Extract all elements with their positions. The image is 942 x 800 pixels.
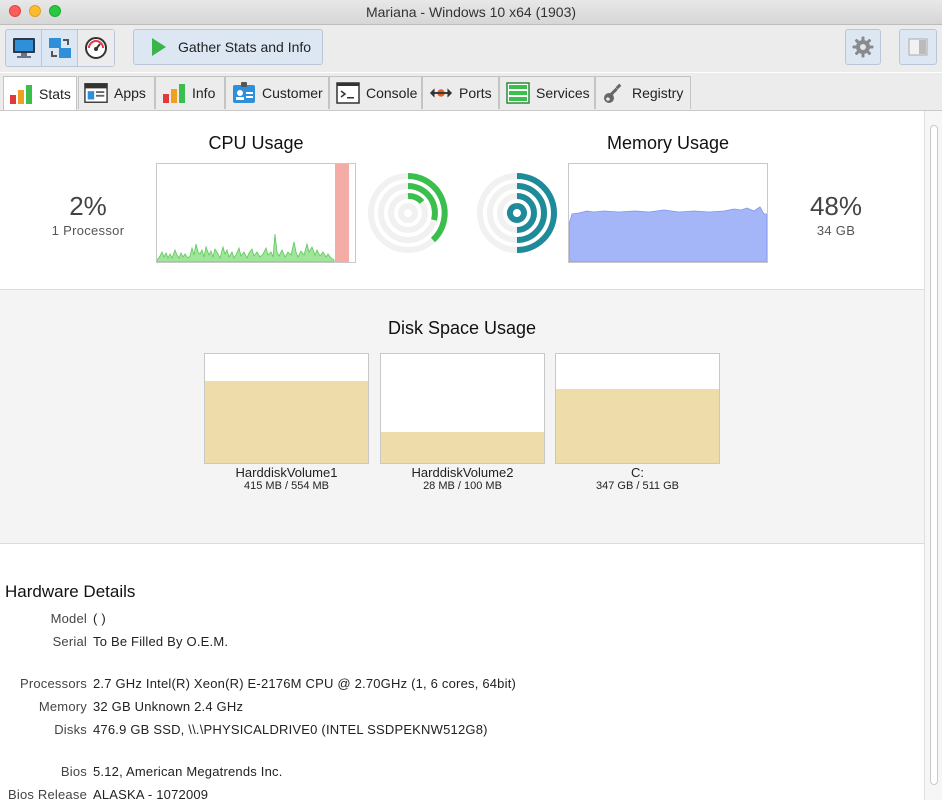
hw-label-disks: Disks <box>54 722 87 737</box>
tab-services-label: Services <box>536 85 590 101</box>
monitor-button[interactable] <box>6 30 42 66</box>
stats-content: CPU Usage 2% 1 Processor Memory Usage 48… <box>0 111 924 800</box>
cpu-usage-title: CPU Usage <box>208 133 304 153</box>
gear-icon <box>852 36 874 58</box>
play-icon <box>152 38 166 56</box>
disk-volume-2-name: HarddiskVolume2 <box>411 465 514 480</box>
disk-volume-2-fill <box>381 432 544 463</box>
hw-value-serial: To Be Filled By O.E.M. <box>93 634 229 649</box>
disk-volume-1-fill <box>205 381 368 463</box>
toggle-panel-button[interactable] <box>899 29 937 65</box>
hw-value-disks: 476.9 GB SSD, \\.\PHYSICALDRIVE0 (INTEL … <box>93 722 488 737</box>
disk-volume-2-size: 28 MB / 100 MB <box>423 480 502 492</box>
key-icon <box>602 82 626 104</box>
tab-registry-label: Registry <box>632 85 684 101</box>
gauge-icon <box>85 37 107 59</box>
memory-ring-gauge <box>477 173 557 253</box>
tab-ports[interactable]: Ports <box>422 76 499 109</box>
disk-usage-title: Disk Space Usage <box>387 318 537 338</box>
disk-volume-1-gauge <box>204 353 369 464</box>
content-scrollbar[interactable] <box>924 111 942 800</box>
tab-info-label: Info <box>192 85 216 101</box>
disk-volume-c-name: C: <box>631 465 644 480</box>
bar-chart-icon <box>9 83 33 105</box>
tab-services[interactable]: Services <box>499 76 595 109</box>
hardware-section: Hardware Details Model ( ) Serial To Be … <box>0 544 924 800</box>
ports-arrows-icon <box>429 82 453 104</box>
hw-value-bios-release: ALASKA - 1072009 <box>93 787 209 800</box>
cpu-spike-marker <box>335 164 349 262</box>
window-title: Mariana - Windows 10 x64 (1903) <box>365 4 577 20</box>
info-bar-chart-icon <box>162 82 186 104</box>
hardware-details-title: Hardware Details <box>5 582 136 601</box>
tab-console[interactable]: Console <box>329 76 422 109</box>
disk-volume-c-gauge <box>555 353 720 464</box>
sidebar-panel-icon <box>908 38 928 56</box>
memory-usage-title: Memory Usage <box>606 133 730 153</box>
hw-label-model: Model <box>50 611 87 626</box>
gather-stats-button[interactable]: Gather Stats and Info <box>133 29 323 65</box>
transfer-button[interactable] <box>42 30 78 66</box>
hw-label-bios-release: Bios Release <box>8 787 87 800</box>
hw-value-memory: 32 GB Unknown 2.4 GHz <box>93 699 244 714</box>
disk-volume-1-size: 415 MB / 554 MB <box>244 480 329 492</box>
hw-value-processors: 2.7 GHz Intel(R) Xeon(R) E-2176M CPU @ 2… <box>93 676 517 691</box>
disk-section: Disk Space Usage HarddiskVolume1 415 MB … <box>0 290 924 544</box>
tab-apps[interactable]: Apps <box>78 76 155 109</box>
tab-stats-label: Stats <box>39 85 71 102</box>
memory-usage-graph <box>568 163 768 263</box>
hw-label-serial: Serial <box>52 634 87 649</box>
title-bar: Mariana - Windows 10 x64 (1903) <box>0 0 942 25</box>
gather-stats-label: Gather Stats and Info <box>178 39 312 55</box>
hw-value-model: ( ) <box>93 611 106 626</box>
usage-section: CPU Usage 2% 1 Processor Memory Usage 48… <box>0 111 924 290</box>
tab-bar: Stats Apps Info Customer Console Ports S… <box>0 73 942 111</box>
tab-customer-label: Customer <box>262 85 323 101</box>
hw-label-bios: Bios <box>60 764 87 779</box>
toolbar: Gather Stats and Info <box>0 25 942 72</box>
memory-history-area <box>568 206 768 263</box>
disk-volume-1-name: HarddiskVolume1 <box>235 465 338 480</box>
scrollbar-thumb[interactable] <box>930 125 938 785</box>
disk-volume-c-fill <box>556 389 719 463</box>
cpu-ring-gauge <box>368 173 448 253</box>
tab-apps-label: Apps <box>114 85 146 101</box>
disk-volume-2-gauge <box>380 353 545 464</box>
cpu-percent: 2% <box>69 191 107 221</box>
app-window: Mariana - Windows 10 x64 (1903) Gather S… <box>0 0 942 800</box>
cpu-usage-graph <box>156 163 356 263</box>
services-list-icon <box>506 82 530 104</box>
view-button-group <box>5 29 115 67</box>
cpu-processor-count: 1 Processor <box>51 223 125 238</box>
memory-total: 34 GB <box>816 223 856 238</box>
terminal-icon <box>336 82 360 104</box>
cpu-ring-third <box>407 193 425 205</box>
hw-value-bios: 5.12, American Megatrends Inc. <box>93 764 283 779</box>
memory-percent: 48% <box>809 191 863 221</box>
cpu-history-area <box>156 233 335 263</box>
contact-card-icon <box>232 82 256 104</box>
transfer-icon <box>48 38 71 58</box>
settings-button[interactable] <box>845 29 881 65</box>
apps-window-icon <box>84 82 108 104</box>
tab-console-label: Console <box>366 85 418 101</box>
hw-label-processors: Processors <box>19 676 87 691</box>
tab-ports-label: Ports <box>459 85 492 101</box>
tab-registry[interactable]: Registry <box>595 76 691 109</box>
gauge-button[interactable] <box>78 30 114 66</box>
tab-customer[interactable]: Customer <box>225 76 329 109</box>
disk-volume-c-size: 347 GB / 511 GB <box>596 480 679 492</box>
tab-stats[interactable]: Stats <box>3 76 77 110</box>
monitor-icon <box>12 38 35 58</box>
hw-label-memory: Memory <box>38 699 87 714</box>
tab-info[interactable]: Info <box>155 76 225 109</box>
